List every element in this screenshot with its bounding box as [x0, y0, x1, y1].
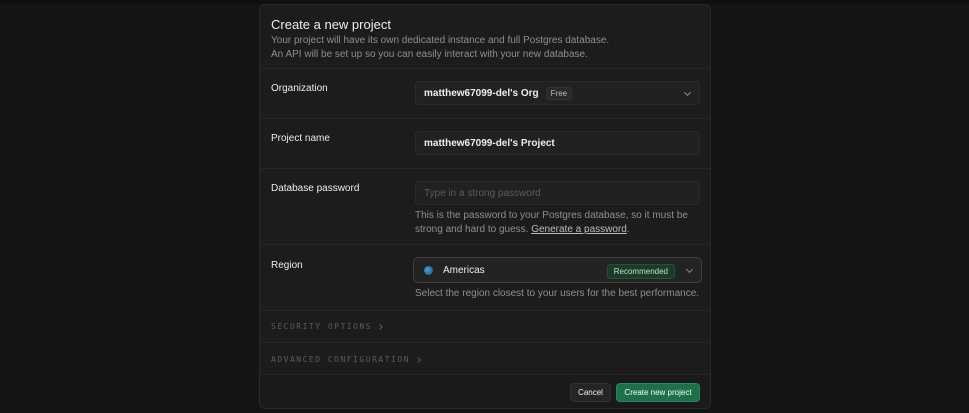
- project-name-input[interactable]: matthew67099-del's Project: [415, 131, 700, 155]
- chevron-down-icon: [683, 88, 692, 97]
- recommended-badge: Recommended: [606, 264, 675, 279]
- organization-select[interactable]: matthew67099-del's Org Free: [415, 81, 700, 105]
- chevron-right-icon: [377, 323, 383, 330]
- region-value: Americas: [443, 264, 485, 276]
- dialog-header: Create a new project Your project will h…: [271, 17, 701, 62]
- security-divider: [260, 342, 710, 343]
- password-help-text: This is the password to your Postgres da…: [415, 209, 705, 237]
- dialog-title: Create a new project: [271, 17, 391, 32]
- organization-value: matthew67099-del's Org: [424, 87, 539, 99]
- create-project-dialog: Create a new project Your project will h…: [259, 4, 711, 409]
- description-line-2: An API will be set up so you can easily …: [271, 49, 588, 60]
- organization-divider: [260, 118, 710, 119]
- cancel-button[interactable]: Cancel: [570, 383, 611, 402]
- organization-label: Organization: [271, 83, 328, 94]
- plan-badge: Free: [545, 86, 573, 100]
- password-placeholder: Type in a strong password: [424, 187, 541, 199]
- generate-password-link[interactable]: Generate a password: [531, 224, 627, 235]
- advanced-configuration-toggle[interactable]: ADVANCED CONFIGURATION: [271, 355, 421, 364]
- region-divider: [260, 310, 710, 311]
- security-options-toggle[interactable]: SECURITY OPTIONS: [271, 322, 383, 331]
- region-label: Region: [271, 260, 303, 271]
- region-select[interactable]: Americas Recommended: [413, 257, 702, 283]
- description-line-1: Your project will have its own dedicated…: [271, 35, 610, 46]
- database-password-input[interactable]: Type in a strong password: [415, 181, 700, 205]
- dialog-description: Your project will have its own dedicated…: [271, 34, 701, 62]
- header-divider: [260, 68, 710, 69]
- dialog-footer: Cancel Create new project: [260, 374, 710, 408]
- chevron-down-icon: [685, 265, 694, 274]
- globe-icon: [424, 265, 433, 275]
- database-password-label: Database password: [271, 183, 360, 194]
- region-help-text: Select the region closest to your users …: [415, 288, 700, 299]
- project-name-divider: [260, 168, 710, 169]
- password-divider: [260, 244, 710, 245]
- advanced-configuration-label: ADVANCED CONFIGURATION: [271, 355, 410, 364]
- security-options-label: SECURITY OPTIONS: [271, 322, 373, 331]
- chevron-right-icon: [415, 356, 421, 363]
- project-name-value: matthew67099-del's Project: [424, 137, 555, 149]
- project-name-label: Project name: [271, 133, 330, 144]
- password-help-suffix: .: [626, 224, 630, 235]
- create-project-button[interactable]: Create new project: [616, 383, 700, 402]
